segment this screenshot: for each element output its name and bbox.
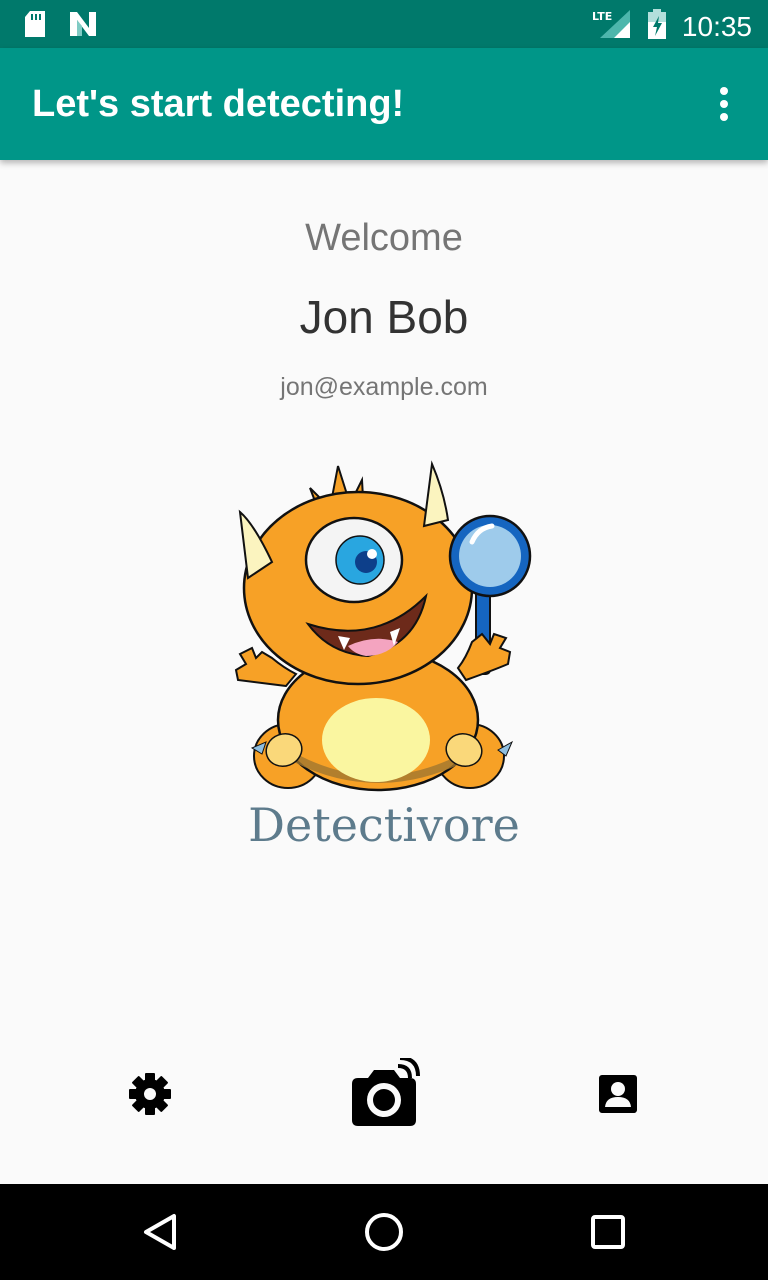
settings-gear-icon bbox=[128, 1072, 172, 1121]
sd-card-icon bbox=[22, 10, 48, 43]
back-button[interactable] bbox=[136, 1208, 184, 1256]
camera-button[interactable] bbox=[340, 1052, 428, 1140]
bottom-navigation bbox=[0, 1040, 768, 1184]
n-notification-icon bbox=[68, 10, 98, 43]
account-button[interactable] bbox=[578, 1056, 658, 1136]
welcome-text: Welcome bbox=[305, 217, 463, 259]
status-clock: 10:35 bbox=[681, 10, 752, 42]
more-vert-icon bbox=[718, 86, 730, 127]
home-circle-icon bbox=[360, 1213, 408, 1260]
overflow-menu-button[interactable] bbox=[704, 86, 744, 126]
lte-signal-icon: LTE bbox=[592, 8, 632, 45]
status-right-icons: LTE 10:35 bbox=[592, 8, 752, 45]
recents-button[interactable] bbox=[584, 1208, 632, 1256]
recents-square-icon bbox=[584, 1215, 632, 1260]
app-title: Let's start detecting! bbox=[32, 83, 405, 125]
brand-name: Detectivore bbox=[248, 798, 520, 852]
user-name: Jon Bob bbox=[299, 291, 469, 343]
home-button[interactable] bbox=[360, 1208, 408, 1256]
user-email: jon@example.com bbox=[280, 373, 488, 401]
settings-button[interactable] bbox=[110, 1056, 190, 1136]
network-label: LTE bbox=[592, 10, 612, 23]
back-triangle-icon bbox=[136, 1214, 184, 1260]
camera-icon bbox=[348, 1055, 420, 1135]
battery-charging-icon bbox=[646, 8, 668, 45]
account-box-icon bbox=[598, 1074, 638, 1119]
status-bar: LTE 10:35 bbox=[0, 0, 768, 48]
app-bar: Let's start detecting! bbox=[0, 48, 768, 160]
monster-mascot-logo bbox=[234, 460, 532, 792]
status-left-icons bbox=[22, 10, 98, 43]
system-navigation-bar bbox=[0, 1184, 768, 1280]
